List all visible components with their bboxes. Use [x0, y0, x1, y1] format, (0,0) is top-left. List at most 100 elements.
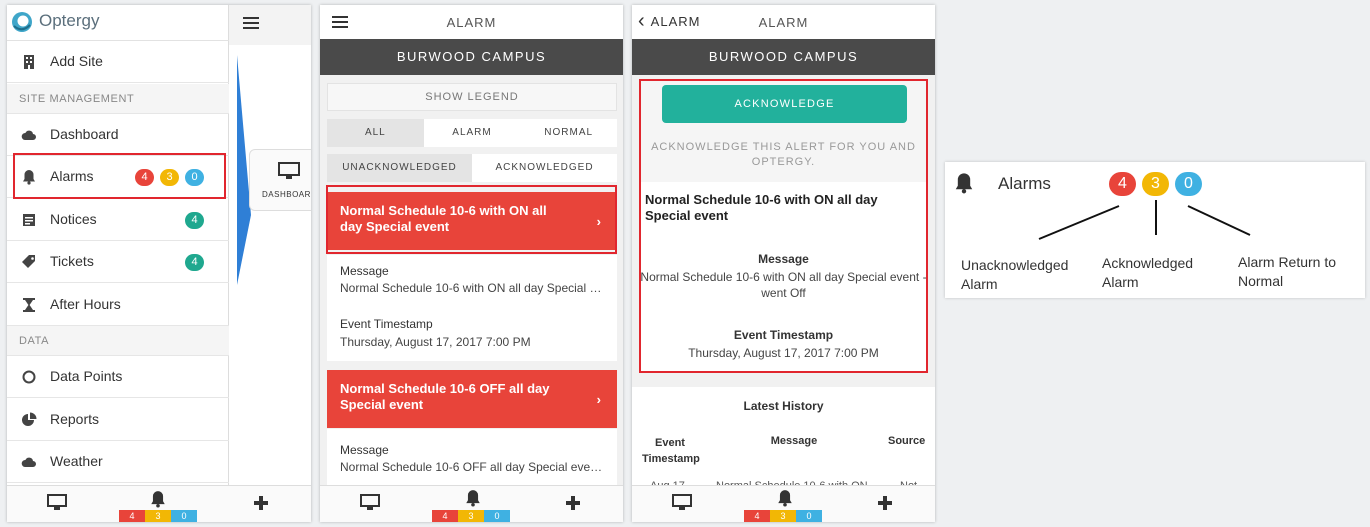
mini-badge-yellow: 3: [770, 510, 796, 522]
tab-alarm-badges: 4 3 0: [744, 510, 822, 522]
building-icon: [24, 55, 34, 69]
bottom-tab-bar: 4 3 0: [320, 485, 623, 522]
mini-badge-yellow: 3: [458, 510, 484, 522]
timestamp-label: Event Timestamp: [340, 317, 433, 331]
bell-icon[interactable]: [148, 490, 168, 508]
mini-badge-red: 4: [744, 510, 770, 522]
notices-badge: 4: [185, 212, 204, 229]
page-title: ALARM: [758, 15, 809, 30]
monitor-icon: [278, 162, 300, 179]
cloud-icon: [21, 130, 36, 140]
campus-header: BURWOOD CAMPUS: [632, 39, 935, 75]
card-highlight-box: [326, 185, 617, 254]
alarm-card-header[interactable]: Normal Schedule 10-6 OFF all day Special…: [327, 370, 617, 428]
section-data: DATA: [7, 326, 229, 356]
bottom-tab-bar: 4 3 0: [7, 485, 311, 522]
mini-badge-blue: 0: [171, 510, 197, 522]
filter-alarm[interactable]: ALARM: [423, 119, 521, 147]
sidebar-item-weather[interactable]: Weather: [7, 441, 229, 483]
sidebar-item-notices[interactable]: Notices 4: [7, 199, 229, 241]
top-bar: ALARM: [320, 5, 623, 39]
cloud-icon: [21, 457, 36, 467]
sidebar-item-label: Dashboard: [50, 126, 119, 142]
circle-icon: [22, 370, 36, 384]
mini-badge-red: 4: [119, 510, 145, 522]
plus-icon[interactable]: [251, 494, 271, 512]
bottom-tab-bar: 4 3 0: [632, 485, 935, 522]
mini-badge-blue: 0: [796, 510, 822, 522]
sidebar-item-dashboard[interactable]: Dashboard: [7, 114, 229, 156]
tab-alarm-badges: 4 3 0: [432, 510, 510, 522]
sidebar-item-data-points[interactable]: Data Points: [7, 356, 229, 398]
caption-return-normal: Alarm Return to Normal: [1238, 254, 1337, 289]
sidebar-panel: Optergy Add Site SITE MANAGEMENT Dashboa…: [7, 5, 311, 522]
detail-highlight-box: [639, 79, 928, 373]
message-value: Normal Schedule 10-6 OFF all day Special…: [340, 460, 606, 474]
bell-icon[interactable]: [463, 489, 483, 507]
alarm-detail-panel: ‹ ALARM ALARM BURWOOD CAMPUS ACKNOWLEDGE…: [632, 5, 935, 522]
sidebar-item-label: Weather: [50, 453, 103, 469]
filter-all[interactable]: ALL: [327, 119, 424, 147]
dashboard-tile[interactable]: DASHBOAR: [249, 149, 311, 211]
badge-legend-panel: Alarms 4 3 0 Unacknowledged Alarm Acknow…: [945, 162, 1365, 298]
caption-unacknowledged: Unacknowledged Alarm: [961, 257, 1069, 292]
alarm-title: Normal Schedule 10-6 OFF all day Special…: [340, 381, 550, 412]
history-col-timestamp: Event Timestamp: [642, 437, 700, 465]
alarm-card-body: Message Normal Schedule 10-6 OFF all day…: [327, 429, 617, 485]
brand-row: Optergy: [7, 5, 229, 41]
optergy-logo-icon: [12, 12, 32, 32]
tab-alarm-badges: 4 3 0: [119, 510, 197, 522]
pie-icon: [22, 412, 37, 426]
history-col-source: Source: [888, 435, 926, 447]
ack-filter: UNACKNOWLEDGED ACKNOWLEDGED: [327, 154, 617, 182]
message-label: Message: [340, 443, 389, 457]
sidebar-item-label: After Hours: [50, 296, 121, 312]
mini-badge-red: 4: [432, 510, 458, 522]
add-site-button[interactable]: Add Site: [7, 41, 229, 83]
sidebar-item-tickets[interactable]: Tickets 4: [7, 241, 229, 283]
brand-name: Optergy: [39, 11, 100, 30]
section-site-management: SITE MANAGEMENT: [7, 84, 229, 114]
section-label: DATA: [19, 335, 50, 347]
monitor-icon[interactable]: [47, 494, 67, 512]
filter-normal[interactable]: NORMAL: [520, 119, 618, 147]
alarm-list-panel: ALARM BURWOOD CAMPUS SHOW LEGEND ALL ALA…: [320, 5, 623, 522]
timestamp-value: Thursday, August 17, 2017 7:00 PM: [340, 335, 531, 349]
plus-icon[interactable]: [875, 494, 895, 512]
dashboard-peek: DASHBOAR: [229, 5, 311, 485]
page-title: ALARM: [446, 15, 497, 30]
plus-icon[interactable]: [563, 494, 583, 512]
campus-header: BURWOOD CAMPUS: [320, 39, 623, 75]
type-filter: ALL ALARM NORMAL: [327, 119, 618, 147]
menu-icon[interactable]: [243, 17, 259, 29]
sidebar-item-reports[interactable]: Reports: [7, 399, 229, 441]
message-value: Normal Schedule 10-6 with ON all day Spe…: [340, 281, 606, 295]
sidebar-item-label: Data Points: [50, 368, 123, 384]
sidebar: Optergy Add Site SITE MANAGEMENT Dashboa…: [7, 5, 229, 485]
monitor-icon[interactable]: [672, 494, 692, 512]
sidebar-item-label: Reports: [50, 411, 100, 427]
ticket-icon: [22, 255, 35, 268]
sidebar-item-after-hours[interactable]: After Hours: [7, 284, 229, 326]
caption-acknowledged: Acknowledged Alarm: [1102, 255, 1194, 290]
filter-acknowledged[interactable]: ACKNOWLEDGED: [472, 154, 617, 182]
tickets-badge: 4: [185, 254, 204, 271]
history-col-message: Message: [770, 435, 818, 447]
bell-icon[interactable]: [775, 489, 795, 507]
add-site-label: Add Site: [50, 53, 103, 69]
mini-badge-yellow: 3: [145, 510, 171, 522]
history-section: Latest History Event Timestamp Message S…: [632, 387, 935, 492]
alarm-card-body: Message Normal Schedule 10-6 with ON all…: [327, 255, 617, 361]
sidebar-item-label: Notices: [50, 211, 97, 227]
hourglass-icon: [23, 298, 35, 312]
message-label: Message: [340, 264, 389, 278]
alarms-highlight-box: [13, 153, 226, 199]
filter-unacknowledged[interactable]: UNACKNOWLEDGED: [327, 154, 472, 182]
dashboard-content: DASHBOAR: [229, 45, 311, 485]
chevron-right-icon: ›: [596, 392, 601, 407]
history-title: Latest History: [743, 399, 824, 413]
monitor-icon[interactable]: [360, 494, 380, 512]
notice-icon: [23, 214, 35, 226]
dashboard-tile-label: DASHBOAR: [262, 190, 311, 199]
show-legend-button[interactable]: SHOW LEGEND: [327, 83, 617, 111]
